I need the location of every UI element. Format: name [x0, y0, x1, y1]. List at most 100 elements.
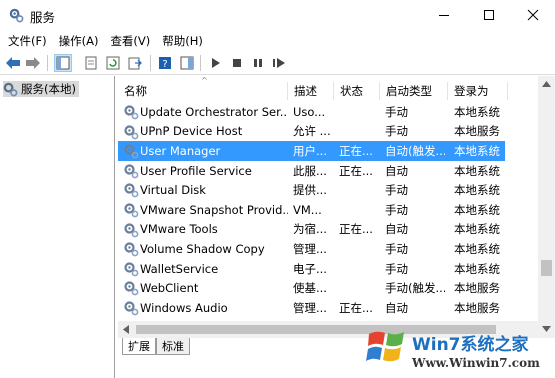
service-name: VMware Snapshot Provid... — [140, 202, 288, 217]
service-row[interactable]: User Manager 用户... 正在... 自动(触发... 本地系统 — [118, 141, 505, 161]
service-status: 正在... — [339, 222, 373, 237]
service-row[interactable]: WalletService 电子... 手动 本地系统 — [118, 259, 505, 279]
service-status — [339, 278, 379, 298]
service-log-on-as: 本地系统 — [454, 222, 500, 237]
start-service-button[interactable] — [206, 54, 224, 72]
service-gear-icon — [124, 203, 139, 218]
help-icon: ? — [159, 57, 171, 70]
help-button[interactable]: ? — [156, 54, 174, 72]
play-icon — [212, 58, 220, 68]
service-row[interactable]: Update Orchestrator Ser... Uso... 手动 本地系统 — [118, 102, 505, 122]
column-header-status[interactable]: 状态 — [334, 82, 380, 100]
service-description: 用户... — [293, 143, 327, 158]
service-row[interactable]: VMware Tools 为宿... 正在... 自动 本地系统 — [118, 220, 505, 240]
scroll-left-icon[interactable] — [123, 325, 129, 334]
column-header-name[interactable]: 名称 — [118, 82, 288, 100]
show-action-pane-button[interactable] — [178, 54, 196, 72]
service-gear-icon — [124, 105, 139, 120]
stop-service-button[interactable] — [228, 54, 246, 72]
column-header-description[interactable]: 描述 — [288, 82, 334, 100]
service-status: 正在... — [339, 143, 373, 158]
service-startup-type: 手动 — [385, 241, 408, 256]
service-startup-type: 手动(触发... — [385, 281, 445, 296]
svg-text:?: ? — [162, 59, 167, 70]
tab-extended[interactable]: 扩展 — [122, 338, 156, 355]
service-startup-type: 自动(触发... — [385, 143, 445, 158]
service-description: 允许 ... — [293, 124, 331, 139]
menu-help[interactable]: 帮助(H) — [162, 33, 203, 49]
scroll-up-icon[interactable] — [542, 81, 551, 87]
service-description: Uso... — [293, 104, 326, 119]
service-row[interactable]: VMware Snapshot Provid... VM... 手动 本地系统 — [118, 200, 505, 220]
refresh-icon — [106, 56, 120, 70]
tree-item-label: 服务(本地) — [21, 82, 76, 96]
column-header-startup-type[interactable]: 启动类型 — [380, 82, 448, 100]
service-name: User Profile Service — [140, 163, 252, 178]
service-startup-type: 手动 — [385, 104, 408, 119]
service-gear-icon — [124, 222, 139, 237]
service-row[interactable]: Windows Audio 管理... 正在... 自动 本地服务 — [118, 298, 505, 318]
service-name: WebClient — [140, 281, 199, 296]
service-row[interactable]: Virtual Disk 提供... 手动 本地系统 — [118, 180, 505, 200]
forward-arrow-icon — [26, 57, 40, 69]
service-gear-icon — [124, 144, 139, 159]
service-status — [339, 180, 379, 200]
maximize-button[interactable] — [467, 0, 511, 30]
service-row[interactable]: UPnP Device Host 允许 ... 手动 本地服务 — [118, 122, 505, 142]
watermark-url: Www.Winwin7.com — [412, 356, 540, 370]
service-log-on-as: 本地系统 — [454, 202, 500, 217]
pause-service-button[interactable] — [249, 54, 267, 72]
export-list-button[interactable] — [126, 54, 144, 72]
restart-service-button[interactable] — [270, 54, 288, 72]
window-title: 服务 — [30, 10, 56, 25]
action-pane-icon — [180, 56, 194, 70]
service-status — [339, 259, 379, 279]
service-status — [339, 200, 379, 220]
service-log-on-as: 本地系统 — [454, 163, 500, 178]
windows-logo-icon — [366, 331, 404, 362]
service-gear-icon — [124, 262, 139, 277]
service-log-on-as: 本地服务 — [454, 300, 500, 315]
service-description: 管理... — [293, 241, 327, 256]
services-gear-icon — [9, 8, 24, 23]
tree-item-services-local[interactable]: 服务(本地) — [3, 81, 79, 97]
maximize-icon — [484, 10, 494, 20]
service-status: 正在... — [339, 163, 373, 178]
service-status — [339, 239, 379, 259]
back-arrow-icon — [6, 57, 20, 69]
forward-button[interactable] — [24, 54, 42, 72]
service-name: Volume Shadow Copy — [140, 241, 265, 256]
service-description: 电子... — [293, 261, 327, 276]
service-name: User Manager — [140, 143, 221, 158]
services-list: ^ 名称 描述 状态 启动类型 登录为 Update Orchestrator … — [118, 76, 555, 338]
properties-view-button[interactable] — [82, 54, 100, 72]
service-startup-type: 手动 — [385, 202, 408, 217]
pause-icon — [254, 59, 262, 67]
service-row[interactable]: User Profile Service 此服... 正在... 自动 本地系统 — [118, 161, 505, 181]
column-header-log-on-as[interactable]: 登录为 — [448, 82, 508, 100]
menu-file[interactable]: 文件(F) — [8, 33, 47, 49]
close-button[interactable] — [511, 0, 555, 30]
service-description: 管理... — [293, 300, 327, 315]
export-icon — [128, 57, 142, 70]
watermark: Win7系统之家 Www.Winwin7.com — [362, 320, 555, 378]
service-gear-icon — [124, 242, 139, 257]
menu-action[interactable]: 操作(A) — [59, 33, 99, 49]
vertical-scroll-thumb[interactable] — [541, 260, 552, 276]
service-row[interactable]: WebClient 使基... 手动(触发... 本地服务 — [118, 278, 505, 298]
service-description: 使基... — [293, 281, 327, 296]
document-icon — [85, 56, 97, 70]
minimize-button[interactable] — [422, 0, 466, 30]
service-status: 正在... — [339, 300, 373, 315]
vertical-scrollbar[interactable] — [538, 76, 555, 338]
service-startup-type: 手动 — [385, 261, 408, 276]
refresh-button[interactable] — [104, 54, 122, 72]
minimize-icon — [439, 15, 449, 16]
back-button[interactable] — [4, 54, 22, 72]
service-row[interactable]: Volume Shadow Copy 管理... 手动 本地系统 — [118, 239, 505, 259]
show-hide-console-tree-button[interactable] — [54, 54, 72, 72]
tab-standard[interactable]: 标准 — [156, 338, 190, 355]
service-description: 为宿... — [293, 222, 327, 237]
menu-view[interactable]: 查看(V) — [110, 33, 150, 49]
service-description: 此服... — [293, 163, 327, 178]
